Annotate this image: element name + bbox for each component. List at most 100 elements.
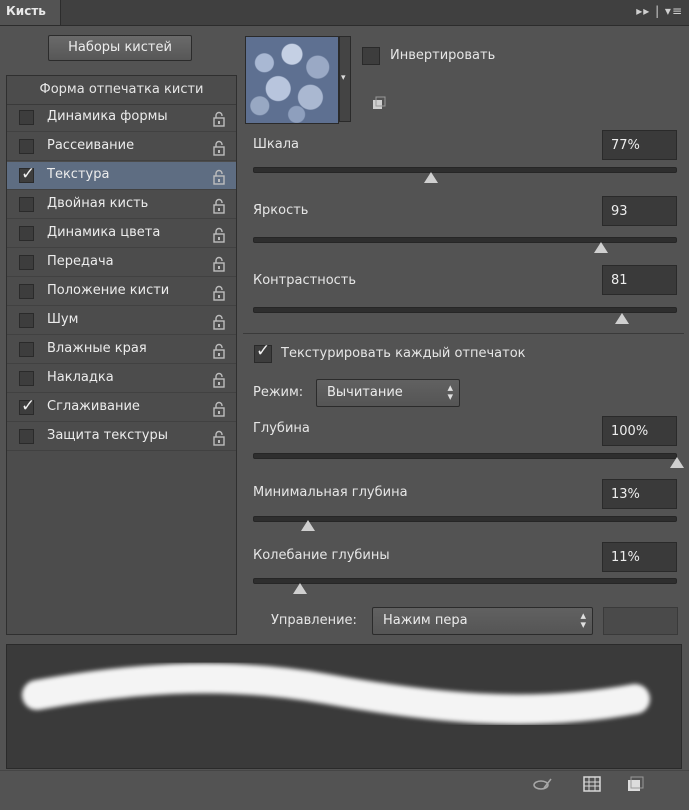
list-item-label: Сглаживание xyxy=(47,399,140,414)
list-item-checkbox[interactable] xyxy=(19,110,34,125)
list-item-label: Динамика цвета xyxy=(47,225,161,240)
list-item-label: Защита текстуры xyxy=(47,428,169,443)
brightness-slider-track[interactable] xyxy=(253,237,677,243)
list-item-label: Текстура xyxy=(47,167,110,182)
contrast-slider-thumb[interactable] xyxy=(614,313,629,324)
list-item-checkbox[interactable] xyxy=(19,255,34,270)
lock-icon[interactable] xyxy=(212,314,226,330)
panel-title: Кисть xyxy=(6,4,46,18)
eye-brush-icon[interactable] xyxy=(532,776,552,792)
lock-icon[interactable] xyxy=(212,343,226,359)
depth-slider-thumb[interactable] xyxy=(670,457,684,468)
list-item[interactable]: ✓ Текстура xyxy=(7,162,236,190)
texture-each-tip-checkbox[interactable]: ✓ xyxy=(254,341,272,363)
list-item[interactable]: Влажные края xyxy=(7,336,236,364)
min-depth-label: Минимальная глубина xyxy=(253,485,408,500)
brightness-input[interactable]: 93 xyxy=(602,196,677,226)
list-item[interactable]: Шум xyxy=(7,307,236,335)
list-item[interactable]: Накладка xyxy=(7,365,236,393)
min-depth-input[interactable]: 13% xyxy=(602,479,677,509)
check-icon: ✓ xyxy=(256,341,271,361)
lock-icon[interactable] xyxy=(212,430,226,446)
control-value: Нажим пера xyxy=(383,613,468,628)
depth-jitter-input[interactable]: 11% xyxy=(602,542,677,572)
list-item-checkbox[interactable] xyxy=(19,313,34,328)
list-item[interactable]: Положение кисти xyxy=(7,278,236,306)
list-item-checkbox[interactable]: ✓ xyxy=(19,396,35,416)
list-item[interactable]: Рассеивание xyxy=(7,133,236,161)
invert-checkbox[interactable] xyxy=(362,47,380,65)
list-item-checkbox[interactable] xyxy=(19,197,34,212)
list-item[interactable]: ✓ Сглаживание xyxy=(7,394,236,422)
list-item-checkbox[interactable] xyxy=(19,342,34,357)
contrast-label: Контрастность xyxy=(253,273,357,288)
panel-menu-icon[interactable]: ▸▸ | ▾≡ xyxy=(636,4,683,18)
lock-icon[interactable] xyxy=(212,372,226,388)
list-item-label: Шум xyxy=(47,312,79,327)
brush-stroke-shape xyxy=(22,663,650,725)
min-depth-slider-thumb[interactable] xyxy=(301,520,316,531)
section-divider xyxy=(243,333,684,334)
list-item-checkbox[interactable] xyxy=(19,371,34,386)
list-item-label: Рассеивание xyxy=(47,138,135,153)
new-page-icon[interactable] xyxy=(625,776,645,792)
lock-icon[interactable] xyxy=(212,198,226,214)
invert-label: Инвертировать xyxy=(390,48,496,63)
list-item-label: Передача xyxy=(47,254,114,269)
scale-input[interactable]: 77% xyxy=(602,130,677,160)
brightness-slider-thumb[interactable] xyxy=(593,242,608,253)
lock-icon[interactable] xyxy=(212,227,226,243)
new-preset-icon[interactable] xyxy=(372,96,386,110)
control-select[interactable]: Нажим пера ▴ ▾ xyxy=(372,607,593,635)
lock-icon[interactable] xyxy=(212,111,226,127)
texture-each-tip-label: Текстурировать каждый отпечаток xyxy=(281,346,526,361)
list-item[interactable]: Двойная кисть xyxy=(7,191,236,219)
list-item-checkbox[interactable] xyxy=(19,429,34,444)
list-item-checkbox[interactable] xyxy=(19,284,34,299)
list-item[interactable]: Динамика формы xyxy=(7,104,236,132)
brightness-label: Яркость xyxy=(253,203,309,218)
mode-label: Режим: xyxy=(253,385,304,400)
brush-presets-button[interactable]: Наборы кистей xyxy=(48,35,192,61)
list-item-label: Влажные края xyxy=(47,341,147,356)
panel-header xyxy=(0,0,689,26)
scale-slider-track[interactable] xyxy=(253,167,677,173)
lock-icon[interactable] xyxy=(212,169,226,185)
texture-pattern-swatch[interactable] xyxy=(245,36,339,124)
brush-settings-list: Форма отпечатка кисти Динамика формы Расс… xyxy=(6,75,237,635)
chevron-down-icon: ▾ xyxy=(341,73,346,83)
list-item-label: Динамика формы xyxy=(47,109,168,124)
contrast-slider-track[interactable] xyxy=(253,307,677,313)
pattern-dropdown[interactable]: ▾ xyxy=(339,36,351,122)
check-icon: ✓ xyxy=(21,396,36,416)
grid-icon[interactable] xyxy=(582,776,602,792)
depth-label: Глубина xyxy=(253,421,310,436)
list-item[interactable]: Динамика цвета xyxy=(7,220,236,248)
depth-jitter-slider-thumb[interactable] xyxy=(292,583,307,594)
mode-value: Вычитание xyxy=(327,385,403,400)
lock-icon[interactable] xyxy=(212,401,226,417)
control-value-field[interactable] xyxy=(603,607,678,635)
depth-jitter-slider-track[interactable] xyxy=(253,578,677,584)
list-item-checkbox[interactable] xyxy=(19,226,34,241)
scale-label: Шкала xyxy=(253,137,299,152)
list-item-label: Двойная кисть xyxy=(47,196,149,211)
lock-icon[interactable] xyxy=(212,285,226,301)
list-header-brush-tip-shape[interactable]: Форма отпечатка кисти xyxy=(7,76,236,105)
depth-input[interactable]: 100% xyxy=(602,416,677,446)
mode-select[interactable]: Вычитание ▴ ▾ xyxy=(316,379,460,407)
min-depth-slider-track[interactable] xyxy=(253,516,677,522)
list-item-checkbox[interactable]: ✓ xyxy=(19,164,35,184)
tab-brush[interactable]: Кисть xyxy=(0,0,61,25)
list-item-checkbox[interactable] xyxy=(19,139,34,154)
updown-arrows-icon: ▴ ▾ xyxy=(447,381,453,403)
list-item[interactable]: Передача xyxy=(7,249,236,277)
lock-icon[interactable] xyxy=(212,140,226,156)
scale-slider-thumb[interactable] xyxy=(424,172,439,183)
depth-slider-track[interactable] xyxy=(253,453,677,459)
lock-icon[interactable] xyxy=(212,256,226,272)
list-item[interactable]: Защита текстуры xyxy=(7,423,236,451)
contrast-input[interactable]: 81 xyxy=(602,265,677,295)
check-icon: ✓ xyxy=(21,164,36,184)
list-item-label: Накладка xyxy=(47,370,114,385)
